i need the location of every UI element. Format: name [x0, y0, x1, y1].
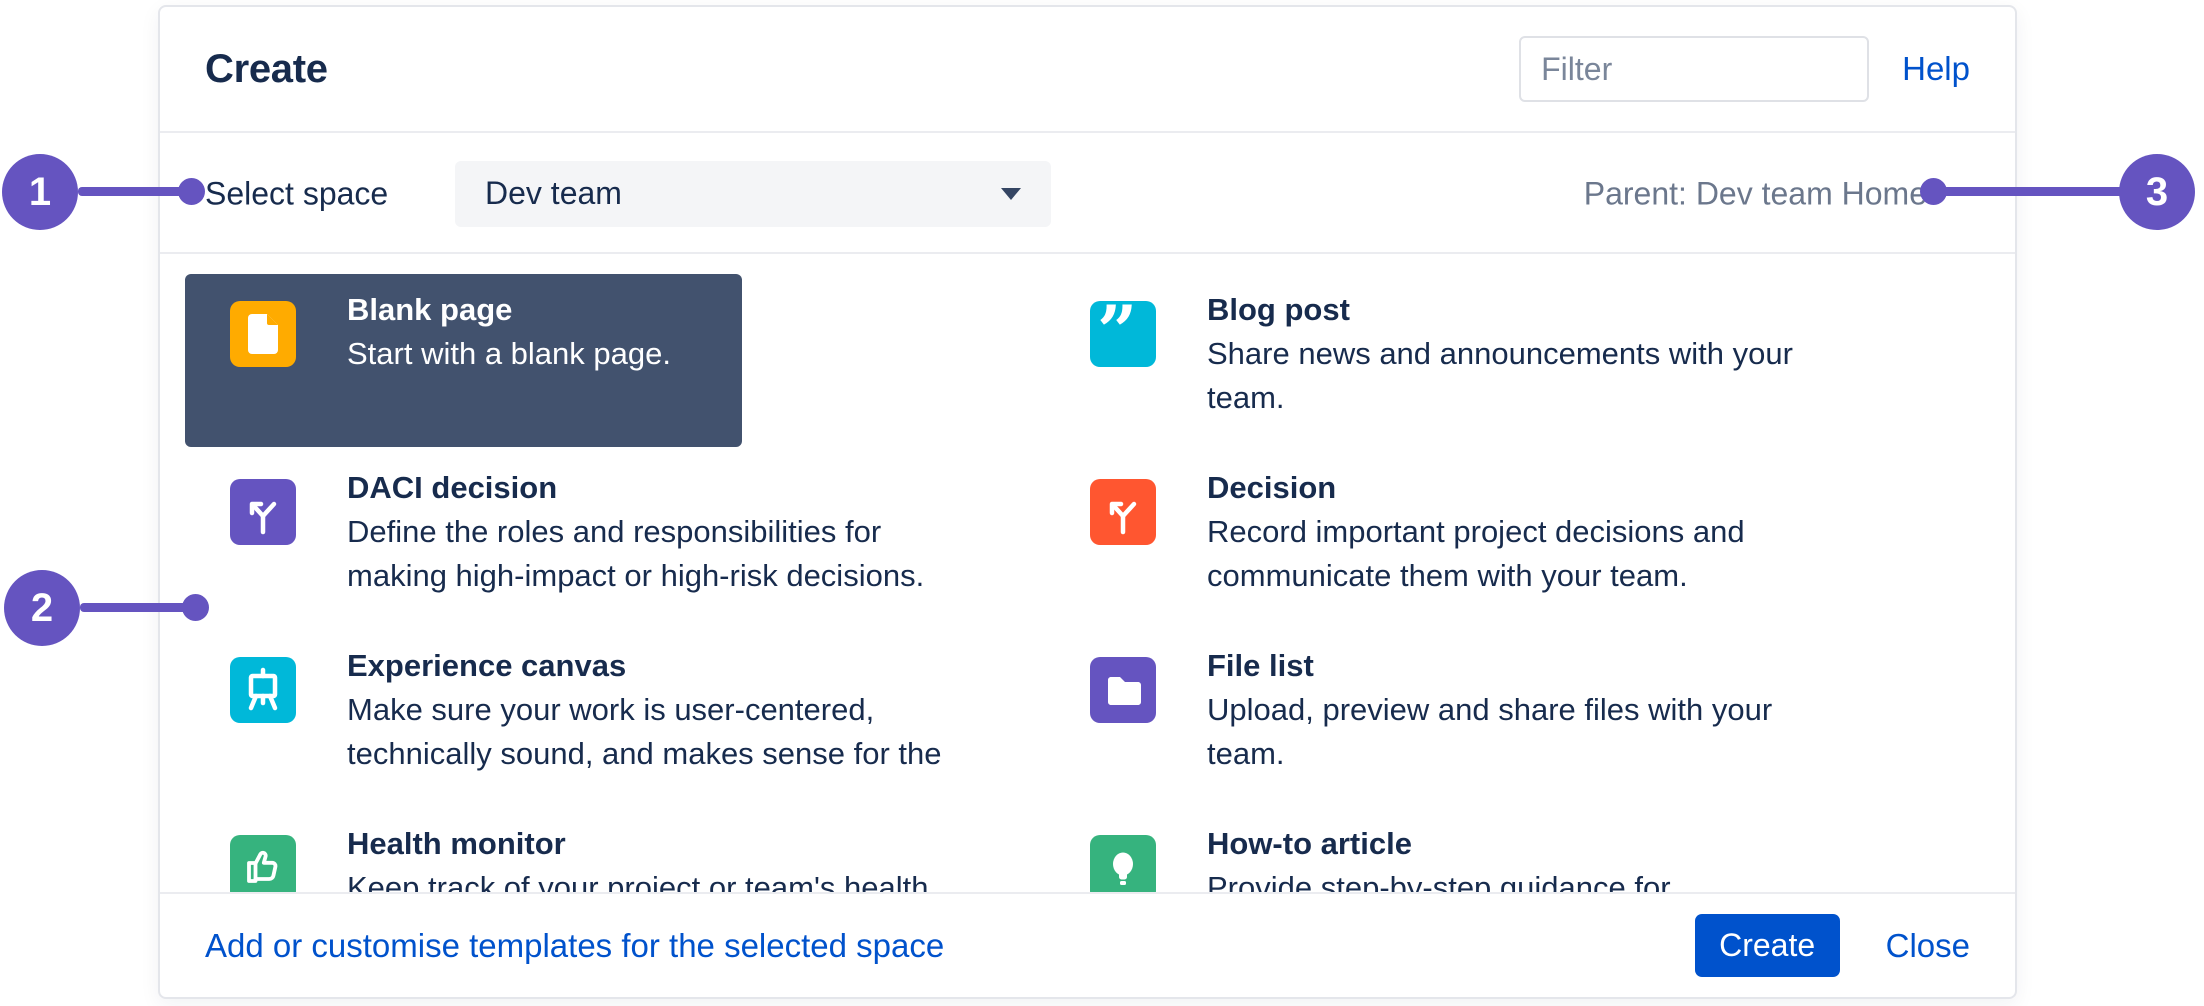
space-select-dropdown[interactable]: Dev team	[455, 161, 1051, 227]
callout-2-dot	[182, 594, 209, 621]
lightbulb-icon	[1090, 835, 1156, 894]
folder-icon	[1090, 657, 1156, 723]
select-space-label: Select space	[205, 175, 388, 212]
callout-1-dot	[178, 178, 205, 205]
create-dialog-screenshot: Create Help Select space Dev team Parent…	[0, 0, 2204, 1006]
customise-templates-link[interactable]: Add or customise templates for the selec…	[205, 927, 944, 965]
template-desc: Make sure your work is user-centered, te…	[347, 688, 1005, 776]
thumbs-up-icon	[230, 835, 296, 894]
select-space-row: Select space Dev team Parent: Dev team H…	[160, 135, 2015, 254]
template-text: DACI decision Define the roles and respo…	[347, 466, 1005, 598]
template-name: DACI decision	[347, 466, 1005, 510]
callout-3-dot	[1920, 178, 1947, 205]
template-item-daci-decision[interactable]: DACI decision Define the roles and respo…	[185, 452, 1005, 630]
template-name: File list	[1207, 644, 1865, 688]
callout-3-line	[1940, 187, 2125, 196]
template-text: File list Upload, preview and share file…	[1207, 644, 1865, 776]
callout-1-badge: 1	[2, 154, 78, 230]
help-link[interactable]: Help	[1902, 50, 1970, 88]
space-select-value: Dev team	[485, 175, 1001, 212]
template-text: Health monitor Keep track of your projec…	[347, 822, 1005, 894]
template-name: Blank page	[347, 288, 1005, 332]
close-link[interactable]: Close	[1886, 927, 1970, 965]
template-desc: Start with a blank page.	[347, 332, 1005, 376]
easel-icon	[230, 657, 296, 723]
callout-2-badge: 2	[4, 570, 80, 646]
template-name: Blog post	[1207, 288, 1865, 332]
template-desc: Provide step-by-step guidance for	[1207, 866, 1865, 894]
template-desc: Share news and announcements with your t…	[1207, 332, 1865, 420]
blank-page-icon	[230, 301, 296, 367]
create-button[interactable]: Create	[1695, 914, 1840, 977]
template-text: Blog post Share news and announcements w…	[1207, 288, 1865, 420]
template-text: Blank page Start with a blank page.	[347, 288, 1005, 376]
template-desc: Keep track of your project or team's hea…	[347, 866, 1005, 894]
create-dialog: Create Help Select space Dev team Parent…	[158, 5, 2017, 999]
filter-input[interactable]	[1519, 36, 1869, 102]
template-name: How-to article	[1207, 822, 1865, 866]
branch-arrow-icon	[230, 479, 296, 545]
dialog-footer: Add or customise templates for the selec…	[160, 892, 2015, 997]
callout-1-line	[78, 187, 190, 196]
template-name: Health monitor	[347, 822, 1005, 866]
template-desc: Record important project decisions and c…	[1207, 510, 1865, 598]
dialog-title: Create	[205, 47, 328, 92]
template-item-blog-post[interactable]: ” Blog post Share news and announcements…	[1045, 274, 1865, 452]
template-item-file-list[interactable]: File list Upload, preview and share file…	[1045, 630, 1865, 808]
template-text: Experience canvas Make sure your work is…	[347, 644, 1005, 776]
template-desc: Define the roles and responsibilities fo…	[347, 510, 1005, 598]
template-name: Experience canvas	[347, 644, 1005, 688]
template-desc: Upload, preview and share files with you…	[1207, 688, 1865, 776]
chevron-down-icon	[1001, 188, 1021, 200]
template-item-experience-canvas[interactable]: Experience canvas Make sure your work is…	[185, 630, 1005, 808]
template-name: Decision	[1207, 466, 1865, 510]
callout-2-line	[80, 603, 196, 612]
svg-text:”: ”	[1097, 301, 1137, 367]
callout-3-badge: 3	[2119, 154, 2195, 230]
template-text: Decision Record important project decisi…	[1207, 466, 1865, 598]
template-list: Blank page Start with a blank page. ” Bl…	[185, 274, 2019, 894]
blog-post-quote-icon: ”	[1090, 301, 1156, 367]
parent-page-label: Parent: Dev team Home	[1584, 175, 1927, 212]
template-item-health-monitor[interactable]: Health monitor Keep track of your projec…	[185, 808, 1005, 894]
template-item-how-to-article[interactable]: How-to article Provide step-by-step guid…	[1045, 808, 1865, 894]
dialog-header: Create Help	[160, 7, 2015, 133]
branch-arrow-icon	[1090, 479, 1156, 545]
template-item-decision[interactable]: Decision Record important project decisi…	[1045, 452, 1865, 630]
template-text: How-to article Provide step-by-step guid…	[1207, 822, 1865, 894]
template-item-blank-page[interactable]: Blank page Start with a blank page.	[185, 274, 1005, 452]
